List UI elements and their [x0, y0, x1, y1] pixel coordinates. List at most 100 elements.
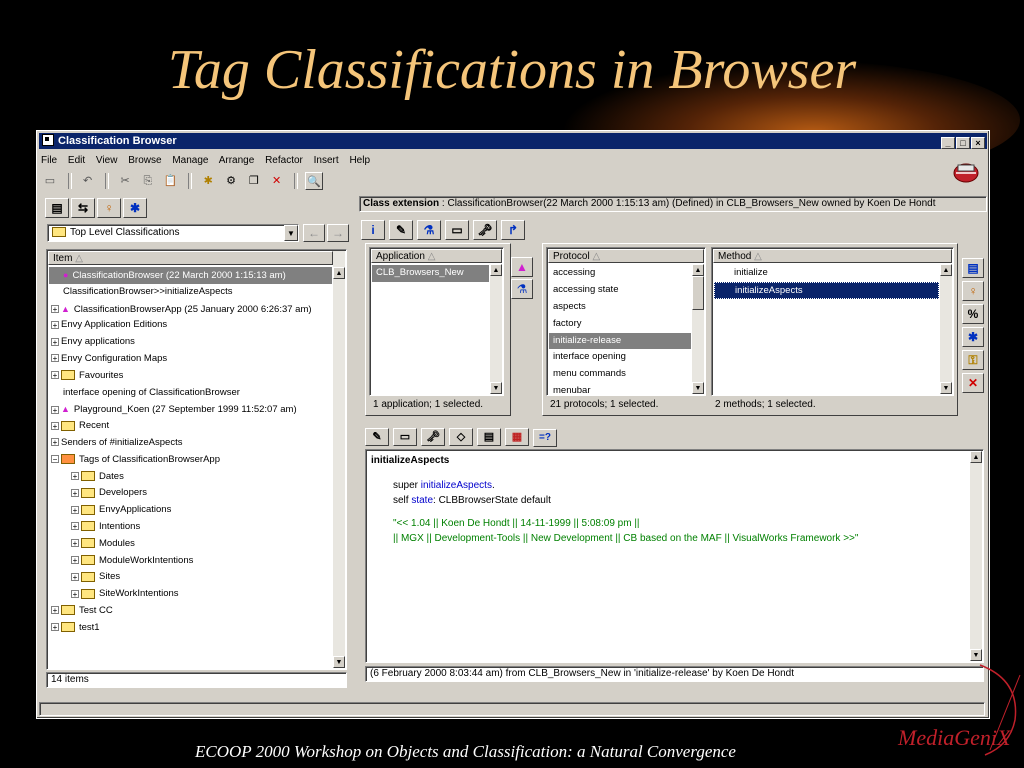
- tab-window[interactable]: ▭: [445, 220, 469, 240]
- menu-refactor[interactable]: Refactor: [265, 155, 303, 166]
- tree-column-header[interactable]: Item △: [48, 251, 333, 265]
- save-icon[interactable]: ▭: [41, 172, 59, 190]
- tab-info[interactable]: i: [361, 220, 385, 240]
- expand-icon[interactable]: +: [51, 438, 59, 447]
- method-scrollbar[interactable]: ▲ ▼: [940, 264, 952, 394]
- menu-insert[interactable]: Insert: [314, 155, 339, 166]
- expand-icon[interactable]: +: [51, 320, 59, 329]
- hierarchy-view-toggle[interactable]: ⚗: [511, 279, 533, 299]
- person-icon[interactable]: ♀: [962, 281, 984, 301]
- tree-item[interactable]: + Sites: [49, 569, 332, 586]
- scroll-down-arrow[interactable]: ▼: [940, 382, 952, 394]
- expand-icon[interactable]: +: [71, 589, 79, 598]
- new-icon[interactable]: ✱: [199, 172, 217, 190]
- tab-person[interactable]: ♀: [97, 198, 121, 218]
- tree-item[interactable]: + Envy Application Editions: [49, 317, 332, 334]
- tab-code-window[interactable]: ▭: [393, 428, 417, 446]
- tree-item[interactable]: + Envy applications: [49, 334, 332, 351]
- scroll-up-arrow[interactable]: ▲: [692, 264, 704, 276]
- list-item[interactable]: accessing state: [549, 282, 691, 299]
- list-item[interactable]: aspects: [549, 299, 691, 316]
- tab-swap[interactable]: ⇆: [71, 198, 95, 218]
- tab-star[interactable]: ✱: [123, 198, 147, 218]
- menu-manage[interactable]: Manage: [172, 155, 208, 166]
- tree-item[interactable]: ● ClassificationBrowser (22 March 2000 1:…: [49, 267, 332, 284]
- tree-view-toggle[interactable]: ▲: [511, 257, 533, 277]
- list-item[interactable]: menubar: [549, 383, 691, 395]
- tab-edit[interactable]: ✎: [389, 220, 413, 240]
- chevron-down-icon[interactable]: ▼: [284, 225, 298, 241]
- tab-hierarchy[interactable]: ⚗: [417, 220, 441, 240]
- list-item[interactable]: initialize: [714, 265, 939, 282]
- list-item[interactable]: CLB_Browsers_New: [372, 265, 489, 282]
- application-scrollbar[interactable]: ▲ ▼: [490, 264, 502, 394]
- tree-item[interactable]: + Dates: [49, 469, 332, 486]
- tree-item[interactable]: + Intentions: [49, 519, 332, 536]
- application-column-header[interactable]: Application △: [371, 249, 502, 263]
- menu-help[interactable]: Help: [349, 155, 370, 166]
- remove-icon[interactable]: ✕: [962, 373, 984, 393]
- protocol-scrollbar[interactable]: ▲ ▼: [692, 264, 704, 394]
- paste-icon[interactable]: 📋: [162, 172, 180, 190]
- tab-code-tag[interactable]: ◇: [449, 428, 473, 446]
- cut-icon[interactable]: ✂: [116, 172, 134, 190]
- code-text[interactable]: initializeAspects super initializeAspect…: [371, 453, 967, 546]
- scroll-up-arrow[interactable]: ▲: [490, 264, 502, 276]
- tab-key[interactable]: 🗝: [473, 220, 497, 240]
- star-icon[interactable]: ✱: [962, 327, 984, 347]
- scroll-up-arrow[interactable]: ▲: [940, 264, 952, 276]
- maximize-button[interactable]: □: [956, 137, 970, 149]
- expand-icon[interactable]: +: [71, 572, 79, 581]
- expand-icon[interactable]: +: [71, 505, 79, 514]
- list-item[interactable]: menu commands: [549, 366, 691, 383]
- tab-code-doc[interactable]: ▤: [477, 428, 501, 446]
- scroll-up-arrow[interactable]: ▲: [333, 267, 345, 279]
- window-titlebar[interactable]: Classification Browser _ □ ×: [39, 133, 987, 149]
- tree-scrollbar[interactable]: ▲ ▼: [333, 251, 345, 668]
- undo-icon[interactable]: ↶: [79, 172, 97, 190]
- tab-code-compare[interactable]: =?: [533, 429, 557, 447]
- tree-item[interactable]: + ▲ Playground_Koen (27 September 1999 11:…: [49, 401, 332, 418]
- tree-item[interactable]: + Recent: [49, 418, 332, 435]
- expand-icon[interactable]: +: [71, 556, 79, 565]
- code-editor[interactable]: initializeAspects super initializeAspect…: [365, 449, 984, 663]
- expand-icon[interactable]: +: [51, 623, 59, 632]
- tree-item[interactable]: + Modules: [49, 536, 332, 553]
- tab-code-edit[interactable]: ✎: [365, 428, 389, 446]
- expand-icon[interactable]: +: [51, 421, 59, 430]
- tree-item[interactable]: + ModuleWorkIntentions: [49, 553, 332, 570]
- expand-icon[interactable]: +: [51, 337, 59, 346]
- list-item[interactable]: initialize-release: [549, 332, 691, 350]
- method-column-header[interactable]: Method △: [713, 249, 952, 263]
- tree-item[interactable]: interface opening of ClassificationBrows…: [49, 385, 332, 402]
- tree-item[interactable]: + Favourites: [49, 368, 332, 385]
- tree-item[interactable]: + Senders of #initializeAspects: [49, 435, 332, 452]
- tree-item[interactable]: + ▲ ClassificationBrowserApp (25 January 2…: [49, 301, 332, 318]
- scroll-down-arrow[interactable]: ▼: [490, 382, 502, 394]
- tree-item[interactable]: + test1: [49, 620, 332, 637]
- expand-icon[interactable]: +: [71, 488, 79, 497]
- menu-arrange[interactable]: Arrange: [219, 155, 255, 166]
- tree-item[interactable]: + Envy Configuration Maps: [49, 351, 332, 368]
- expand-icon[interactable]: +: [71, 522, 79, 531]
- back-button[interactable]: ←: [303, 224, 325, 242]
- scroll-up-arrow[interactable]: ▲: [970, 451, 982, 463]
- lock-icon[interactable]: ⚿: [962, 350, 984, 370]
- tree-item[interactable]: + SiteWorkIntentions: [49, 586, 332, 603]
- collapse-icon[interactable]: −: [51, 455, 59, 464]
- find-icon[interactable]: ⚙: [222, 172, 240, 190]
- tree-item[interactable]: + Developers: [49, 485, 332, 502]
- tree-item[interactable]: + Test CC: [49, 603, 332, 620]
- delete-icon[interactable]: ✕: [268, 172, 286, 190]
- minimize-button[interactable]: _: [941, 137, 955, 149]
- close-button[interactable]: ×: [971, 137, 985, 149]
- tab-list-view[interactable]: ▤: [45, 198, 69, 218]
- tree-item[interactable]: + EnvyApplications: [49, 502, 332, 519]
- list-item[interactable]: interface opening: [549, 349, 691, 366]
- forward-button[interactable]: →: [327, 224, 349, 242]
- expand-icon[interactable]: +: [51, 606, 59, 615]
- tree-item[interactable]: ClassificationBrowser>>initializeAspects: [49, 284, 332, 301]
- menu-file[interactable]: File: [41, 155, 57, 166]
- protocol-column-header[interactable]: Protocol △: [548, 249, 704, 263]
- list-item[interactable]: accessing: [549, 265, 691, 282]
